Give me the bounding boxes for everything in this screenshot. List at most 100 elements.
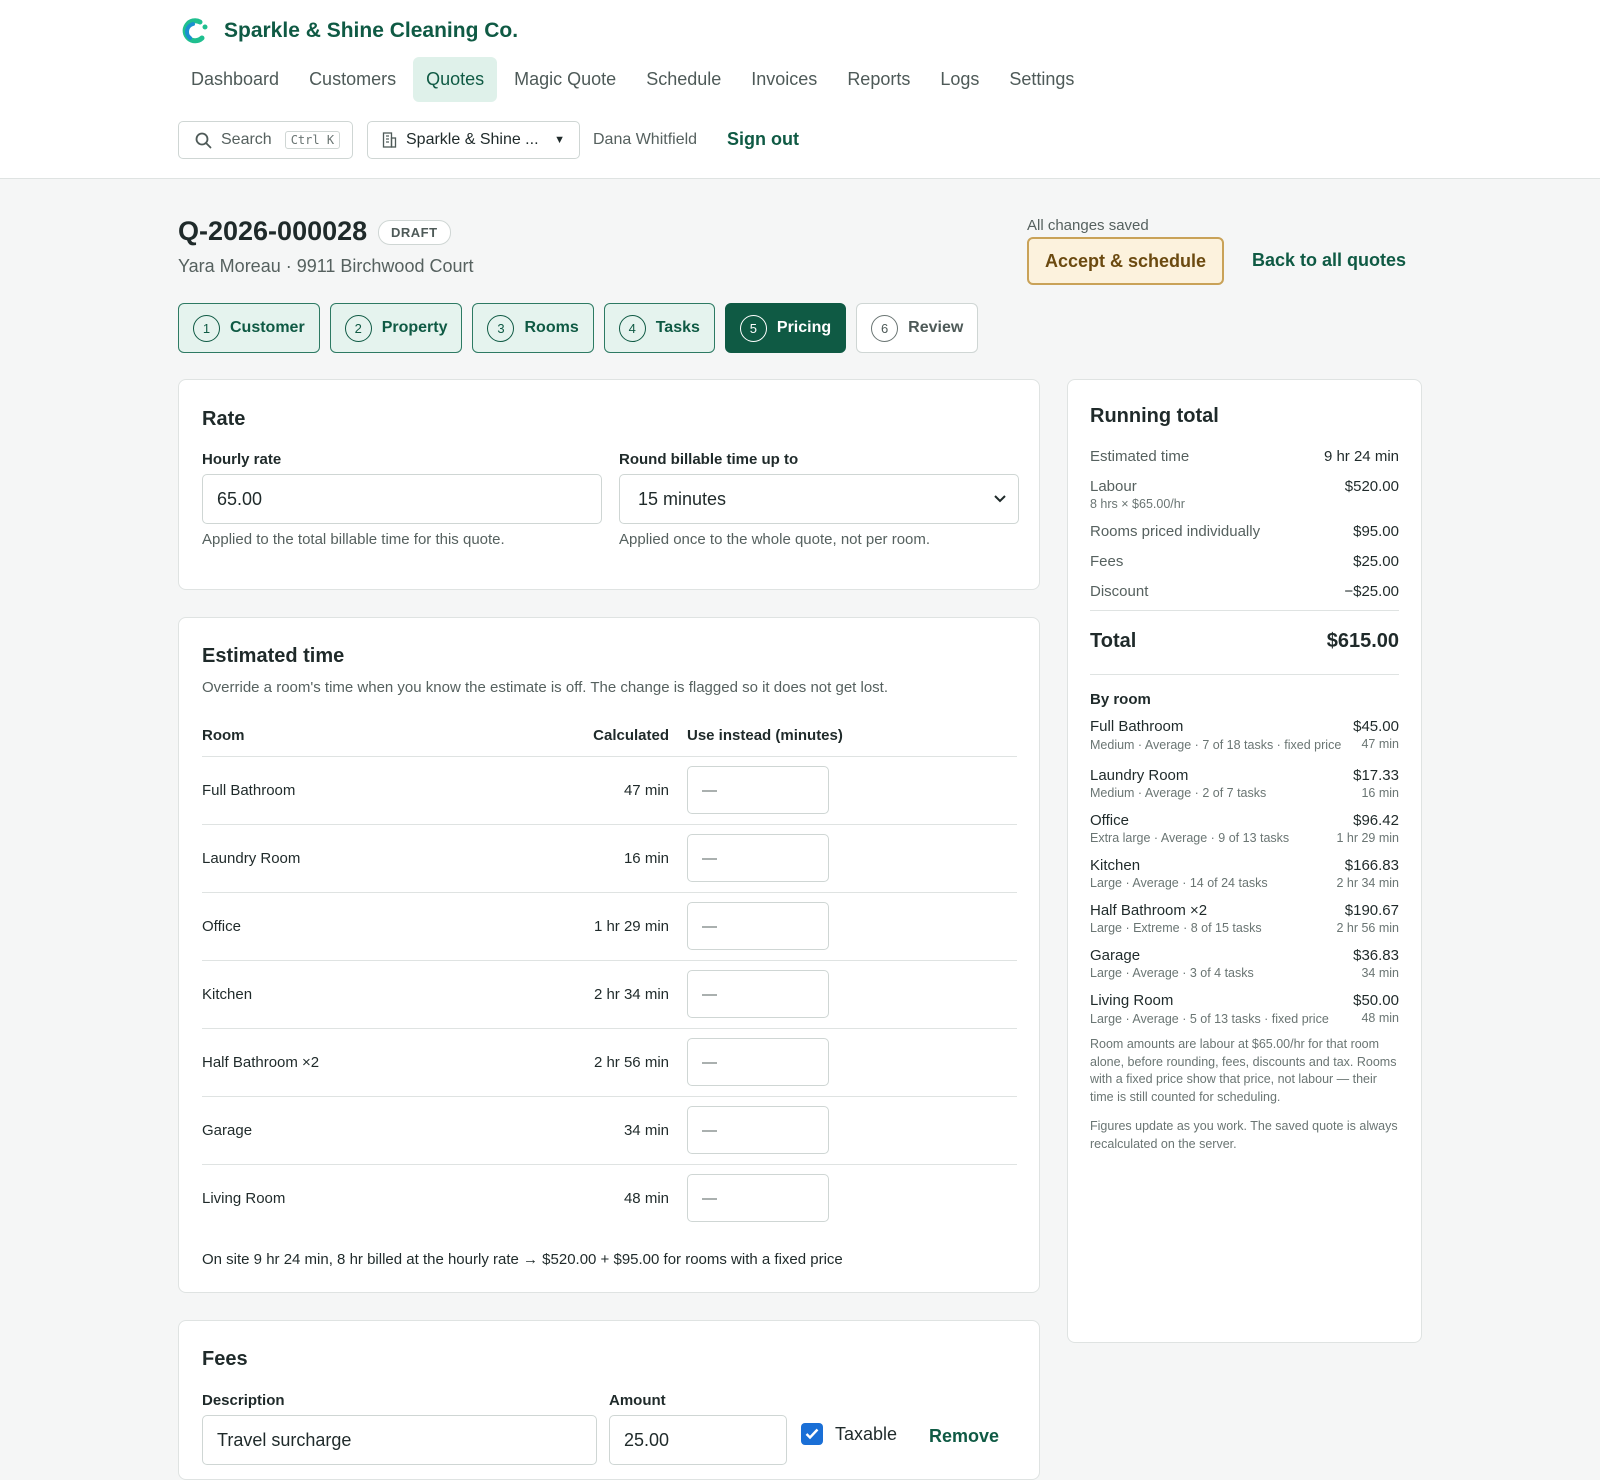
nav-logs[interactable]: Logs xyxy=(927,57,992,102)
room-time: 1 hr 29 min xyxy=(1336,830,1399,845)
room-amount: $36.83 xyxy=(1353,946,1399,964)
step-label: Tasks xyxy=(655,319,700,336)
step-label: Customer xyxy=(230,319,305,336)
table-row: Full Bathroom 47 min — xyxy=(202,756,1017,825)
rate-card: Rate Hourly rate 65.00 Applied to the to… xyxy=(178,379,1040,590)
nav-schedule[interactable]: Schedule xyxy=(633,57,734,102)
estimated-time-title: Estimated time xyxy=(202,645,345,667)
override-minutes-input[interactable]: — xyxy=(687,834,829,882)
room-name: Garage xyxy=(202,1096,547,1165)
step-review[interactable]: 6 Review xyxy=(856,303,979,353)
list-item: Office Extra large · Average · 9 of 13 t… xyxy=(1090,812,1399,845)
override-minutes-input[interactable]: — xyxy=(687,1038,829,1086)
rate-title: Rate xyxy=(202,408,246,430)
total-row: Total $615.00 xyxy=(1090,611,1399,675)
rooms-fixed-value: $95.00 xyxy=(1353,523,1399,540)
override-minutes-input[interactable]: — xyxy=(687,970,829,1018)
nav-quotes[interactable]: Quotes xyxy=(413,57,498,102)
room-name: Living Room xyxy=(1090,991,1174,1009)
back-to-quotes-link[interactable]: Back to all quotes xyxy=(1252,250,1406,271)
room-name: Full Bathroom xyxy=(202,756,547,825)
fees-title: Fees xyxy=(202,1348,248,1370)
accept-schedule-button[interactable]: Accept & schedule xyxy=(1027,237,1224,285)
rounding-select[interactable]: 15 minutes xyxy=(619,474,1019,524)
running-total-card: Running total Estimated time 9 hr 24 min… xyxy=(1067,379,1422,1343)
step-number: 3 xyxy=(487,314,515,342)
estimated-time-card: Estimated time Override a room's time wh… xyxy=(178,617,1040,1293)
nav-magic-quote[interactable]: Magic Quote xyxy=(501,57,629,102)
checkbox-checked-icon[interactable] xyxy=(801,1423,823,1445)
room-name: Half Bathroom ×2 xyxy=(202,1028,547,1097)
override-minutes-input[interactable]: — xyxy=(687,766,829,814)
step-pricing[interactable]: 5 Pricing xyxy=(724,303,847,353)
search-label: Search xyxy=(221,131,272,148)
room-amount: $50.00 xyxy=(1353,991,1399,1009)
quote-id: Q-2026-000028 xyxy=(178,216,368,246)
rounding-label: Round billable time up to xyxy=(619,451,799,468)
step-customer[interactable]: 1 Customer xyxy=(178,303,320,353)
step-rooms[interactable]: 3 Rooms xyxy=(472,303,594,353)
room-name: Full Bathroom xyxy=(1090,718,1184,735)
search-icon xyxy=(195,132,212,148)
by-room-label: By room xyxy=(1090,691,1151,708)
search-button[interactable]: Search Ctrl K xyxy=(178,121,353,159)
step-number: 6 xyxy=(871,314,899,342)
nav-reports[interactable]: Reports xyxy=(834,57,923,102)
fee-amount-label: Amount xyxy=(609,1392,666,1409)
room-time: 16 min xyxy=(1361,785,1399,800)
brand[interactable]: Sparkle & Shine Cleaning Co. xyxy=(180,16,518,46)
fee-description-input[interactable]: Travel surcharge xyxy=(202,1415,597,1465)
step-label: Property xyxy=(381,319,448,336)
fees-value: $25.00 xyxy=(1353,553,1399,570)
room-detail: Large · Average · 3 of 4 tasks xyxy=(1090,965,1254,980)
room-name: Office xyxy=(202,892,547,961)
table-row: Kitchen 2 hr 34 min — xyxy=(202,960,1017,1029)
room-name: Half Bathroom ×2 xyxy=(1090,901,1208,919)
estimated-time-table: Room Calculated Use instead (minutes) Fu… xyxy=(202,716,1017,1232)
total-value: $615.00 xyxy=(1326,630,1399,652)
hourly-rate-label: Hourly rate xyxy=(202,451,282,468)
status-badge: DRAFT xyxy=(378,220,451,245)
override-minutes-input[interactable]: — xyxy=(687,1106,829,1154)
step-property[interactable]: 2 Property xyxy=(329,303,463,353)
table-row: Office 1 hr 29 min — xyxy=(202,892,1017,961)
calculated-time: 48 min xyxy=(623,1189,669,1207)
room-amount: $45.00 xyxy=(1353,718,1399,735)
room-detail: Medium · Average · 2 of 7 tasks xyxy=(1090,785,1267,800)
user-name: Dana Whitfield xyxy=(593,131,698,148)
list-item: Full Bathroom Medium · Average · 7 of 18… xyxy=(1090,718,1399,755)
room-name: Office xyxy=(1090,811,1129,829)
step-tasks[interactable]: 4 Tasks xyxy=(603,303,715,353)
hourly-rate-input[interactable]: 65.00 xyxy=(202,474,602,524)
fees-label: Fees xyxy=(1090,553,1124,570)
room-time: 2 hr 56 min xyxy=(1336,920,1399,935)
room-name: Garage xyxy=(1090,946,1141,964)
table-row: Garage 34 min — xyxy=(202,1096,1017,1165)
nav-customers[interactable]: Customers xyxy=(296,57,409,102)
list-item: Laundry Room Medium · Average · 2 of 7 t… xyxy=(1090,767,1399,800)
fee-taxable-toggle[interactable]: Taxable xyxy=(801,1423,897,1445)
step-label: Review xyxy=(908,319,964,336)
room-breakdown-list: Full Bathroom Medium · Average · 7 of 18… xyxy=(1090,718,1399,1028)
room-time: 48 min xyxy=(1361,1010,1399,1025)
rooms-fixed-label: Rooms priced individually xyxy=(1090,523,1261,540)
nav-invoices[interactable]: Invoices xyxy=(738,57,830,102)
recalculation-note: Figures update as you work. The saved qu… xyxy=(1090,1119,1398,1151)
chevron-down-icon xyxy=(994,495,1006,503)
room-name: Laundry Room xyxy=(202,824,547,893)
estimated-time-summary: On site 9 hr 24 min, 8 hr billed at the … xyxy=(202,1251,843,1268)
list-item: Living Room Large · Average · 5 of 13 ta… xyxy=(1090,992,1399,1029)
calculated-time: 47 min xyxy=(547,756,687,825)
wizard-steps: 1 Customer 2 Property 3 Rooms 4 Tasks 5 … xyxy=(178,303,979,353)
labour-detail: 8 hrs × $65.00/hr xyxy=(1090,497,1185,511)
sign-out-button[interactable]: Sign out xyxy=(727,129,799,150)
organization-select[interactable]: Sparkle & Shine ... ▼ xyxy=(367,121,580,159)
nav-dashboard[interactable]: Dashboard xyxy=(178,57,292,102)
fee-amount-input[interactable]: 25.00 xyxy=(609,1415,787,1465)
override-minutes-input[interactable]: — xyxy=(687,1174,829,1223)
nav-settings[interactable]: Settings xyxy=(996,57,1087,102)
calculated-time: 2 hr 34 min xyxy=(547,960,687,1029)
room-name: Laundry Room xyxy=(1090,766,1189,784)
step-label: Rooms xyxy=(524,319,579,336)
override-minutes-input[interactable]: — xyxy=(687,902,829,950)
